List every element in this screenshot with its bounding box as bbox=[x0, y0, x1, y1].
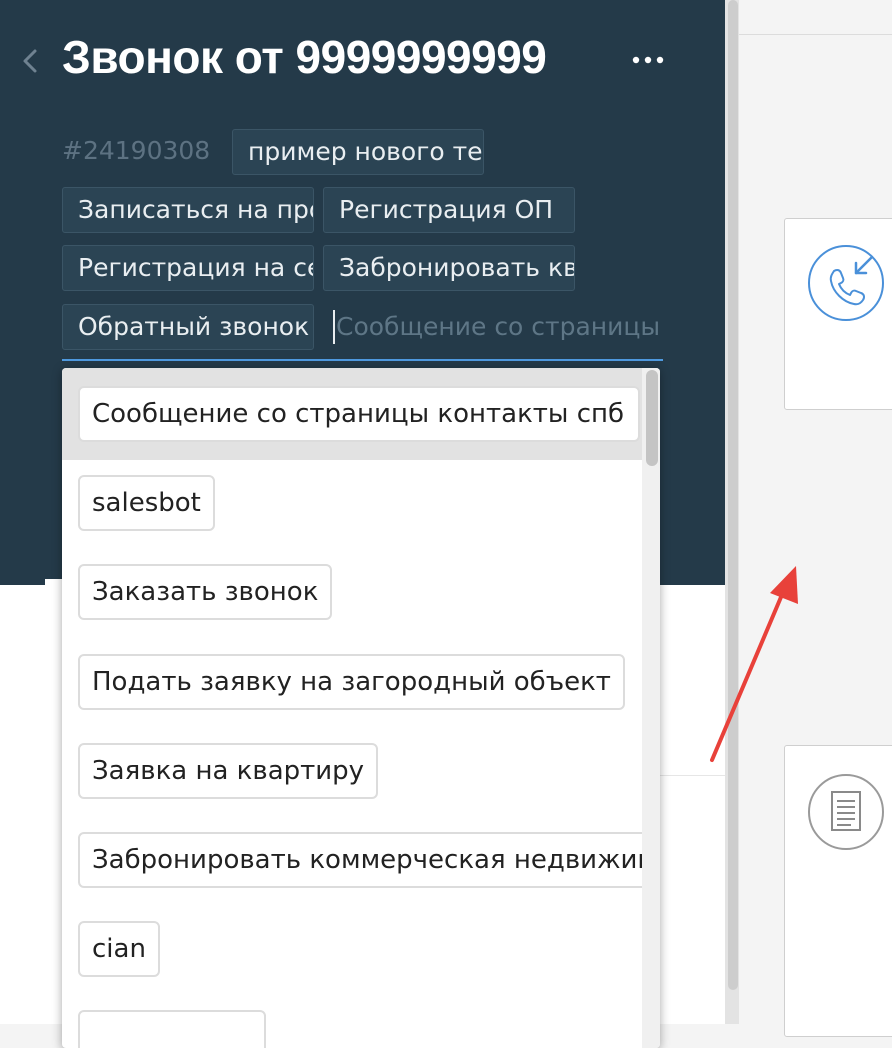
suggestion-item[interactable]: Подать заявку на загородный объект bbox=[78, 654, 625, 710]
tag-item[interactable]: Записаться на просмотр bbox=[62, 187, 314, 233]
tag-item[interactable]: Регистрация на семинар bbox=[62, 245, 314, 291]
tag-input-underline bbox=[62, 359, 663, 361]
suggestion-item[interactable]: Заказать звонок bbox=[78, 564, 333, 620]
tag-item[interactable]: Регистрация ОП bbox=[323, 187, 575, 233]
suggestion-item[interactable]: Сообщение со страницы контакты спб bbox=[78, 386, 640, 442]
page-title[interactable]: Звонок от 9999999999 bbox=[62, 30, 547, 84]
panel-divider bbox=[660, 775, 725, 776]
tag-item[interactable]: Забронировать квартиру bbox=[323, 245, 575, 291]
tag-item[interactable]: Обратный звонок bbox=[62, 304, 314, 350]
back-chevron-icon[interactable] bbox=[20, 46, 40, 76]
suggestion-item[interactable]: salesbot bbox=[78, 475, 215, 531]
suggestion-item[interactable]: Заявка на квартиру bbox=[78, 743, 379, 799]
annotation-arrow bbox=[710, 566, 798, 762]
tag-input-placeholder: Сообщение со страницы контакты спб bbox=[336, 312, 663, 341]
tag-suggestions-dropdown[interactable]: Сообщение со страницы контакты спб sales… bbox=[62, 368, 660, 1048]
deal-id: #24190308 bbox=[62, 136, 211, 165]
feed-divider bbox=[739, 34, 892, 35]
dropdown-scrollbar[interactable] bbox=[642, 368, 660, 1048]
tag-search-input[interactable]: Сообщение со страницы контакты спб bbox=[333, 304, 663, 350]
incoming-call-icon bbox=[808, 245, 884, 321]
suggestion-item[interactable]: Забронировать коммерческая недвижимость bbox=[78, 832, 648, 888]
more-dots-icon[interactable] bbox=[630, 52, 666, 68]
dropdown-scrollbar-thumb[interactable] bbox=[646, 370, 658, 466]
suggestion-item[interactable] bbox=[78, 1010, 266, 1048]
tag-item[interactable]: пример нового тега bbox=[232, 129, 484, 175]
text-caret bbox=[333, 310, 335, 344]
main-scrollbar-thumb[interactable] bbox=[728, 0, 738, 990]
panel-notch bbox=[45, 579, 63, 587]
suggestion-item[interactable]: cian bbox=[78, 921, 160, 977]
document-icon bbox=[808, 774, 884, 850]
